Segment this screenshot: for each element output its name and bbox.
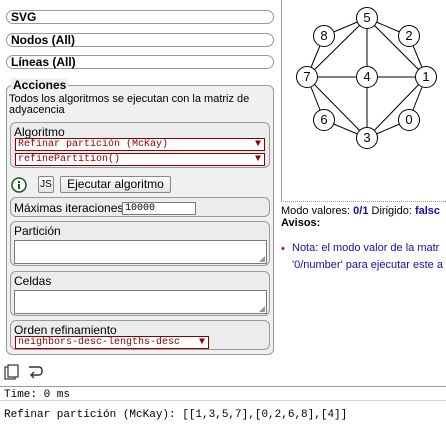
- graph-node[interactable]: 3: [356, 127, 378, 149]
- output-divider: [0, 400, 446, 401]
- note-line2: '0/number' para ejecutar este a: [292, 259, 443, 271]
- section-nodos[interactable]: Nodos (All): [6, 33, 274, 47]
- section-svg[interactable]: SVG: [6, 10, 274, 24]
- info-icon[interactable]: [11, 177, 27, 193]
- dirigido-value[interactable]: falsc: [415, 205, 440, 217]
- resize-grip-icon[interactable]: ◢: [259, 304, 265, 313]
- algoritmo-select-value: Refinar partición (McKay): [18, 139, 169, 150]
- graph-node[interactable]: 6: [313, 109, 335, 131]
- particion-label: Partición: [14, 224, 61, 238]
- section-lineas-label: Líneas (All): [11, 55, 76, 69]
- left-panel: SVG Nodos (All) Líneas (All) Acciones To…: [0, 0, 280, 360]
- orden-select-value: neighbors-desc-lengths-desc: [18, 337, 181, 348]
- section-lineas[interactable]: Líneas (All): [6, 55, 274, 69]
- graph-node[interactable]: 1: [415, 66, 437, 88]
- max-iter-value: 10000: [125, 203, 156, 214]
- algoritmo-select[interactable]: Refinar partición (McKay) ▼: [15, 138, 265, 151]
- graph-panel: 58 2 7 4 1 630: [281, 0, 446, 202]
- orden-select[interactable]: neighbors-desc-lengths-desc ▼: [15, 336, 209, 349]
- max-iter-input[interactable]: 10000: [122, 202, 196, 215]
- section-svg-label: SVG: [11, 10, 37, 24]
- chevron-down-icon: ▼: [254, 139, 261, 150]
- graph-node[interactable]: 5: [356, 7, 378, 29]
- chevron-down-icon: ▼: [198, 337, 205, 348]
- orden-box: Orden refinamiento neighbors-desc-length…: [10, 320, 270, 350]
- output-result: Refinar partición (McKay): [[1,3,5,7],[0…: [4, 409, 348, 421]
- wrap-icon[interactable]: [27, 364, 43, 380]
- celdas-box: Celdas ◢: [10, 271, 270, 316]
- resize-grip-icon[interactable]: ◢: [259, 254, 265, 263]
- orden-label: Orden refinamiento: [14, 323, 117, 337]
- modo-value[interactable]: 0/1: [353, 205, 368, 217]
- acciones-description: Todos los algoritmos se ejecutan con la …: [9, 93, 250, 116]
- graph-svg: [306, 17, 427, 139]
- graph-node[interactable]: 4: [356, 66, 378, 88]
- modo-label: Modo valores:: [281, 205, 351, 217]
- particion-box: Partición ◢: [10, 221, 270, 266]
- dirigido-label: Dirigido:: [371, 205, 412, 217]
- bullet-icon: •: [281, 243, 285, 255]
- js-button[interactable]: JS: [38, 176, 54, 193]
- note-line1: Nota: el modo valor de la matr: [292, 242, 440, 254]
- max-iter-label: Máximas iteraciones: [14, 201, 124, 215]
- particion-textarea[interactable]: ◢: [14, 240, 267, 264]
- algoritmo-label: Algoritmo: [14, 125, 65, 139]
- chevron-down-icon: ▼: [254, 154, 261, 165]
- avisos-label: Avisos:: [281, 217, 321, 229]
- graph-divider: [283, 201, 446, 202]
- method-select-value: refinePartition(): [18, 154, 121, 165]
- section-nodos-label: Nodos (All): [11, 33, 75, 47]
- graph-node[interactable]: 0: [398, 109, 420, 131]
- run-algorithm-label: Ejecutar algoritmo: [67, 177, 164, 191]
- algoritmo-box: Algoritmo Refinar partición (McKay) ▼ re…: [10, 122, 270, 168]
- acciones-legend: Acciones: [11, 78, 69, 92]
- max-iter-box: Máximas iteraciones 10000: [10, 197, 270, 217]
- status-line: Modo valores: 0/1 Dirigido: falsc: [281, 205, 440, 217]
- copy-icon[interactable]: [4, 364, 20, 380]
- run-algorithm-button[interactable]: Ejecutar algoritmo: [60, 176, 171, 193]
- acciones-fieldset: Acciones Todos los algoritmos se ejecuta…: [6, 78, 274, 355]
- graph-node[interactable]: 8: [313, 25, 335, 47]
- graph-node[interactable]: 7: [296, 66, 318, 88]
- graph-node[interactable]: 2: [398, 25, 420, 47]
- method-select[interactable]: refinePartition() ▼: [15, 153, 265, 166]
- celdas-label: Celdas: [14, 274, 52, 288]
- js-label: JS: [40, 179, 52, 190]
- output-panel: Time: 0 ms Refinar partición (McKay): [[…: [0, 386, 446, 427]
- celdas-textarea[interactable]: ◢: [14, 290, 267, 314]
